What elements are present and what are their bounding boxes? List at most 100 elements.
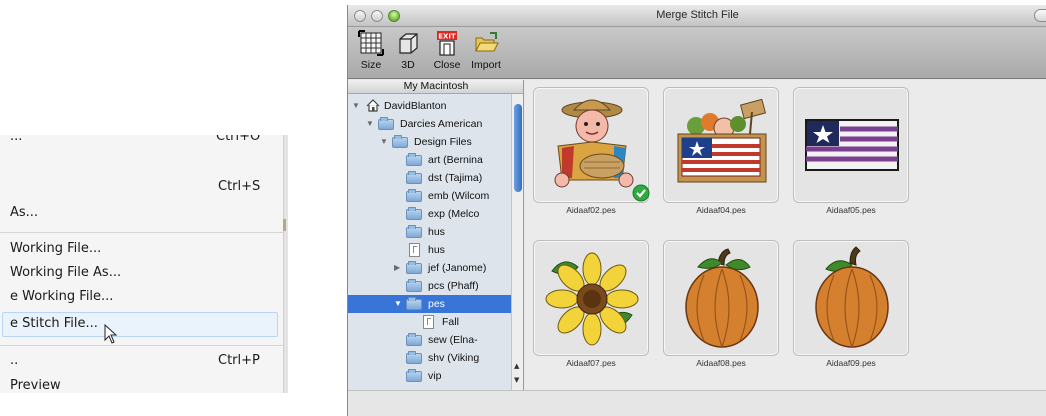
3d-label: 3D: [401, 59, 415, 71]
disclosure-expanded-icon[interactable]: ▼: [380, 133, 388, 151]
tree-item-dst[interactable]: dst (Tajima): [348, 169, 511, 187]
title-bar[interactable]: Merge Stitch File: [348, 5, 1046, 27]
folder-icon: [406, 153, 422, 166]
file-name-aidaaf02: Aidaaf02.pes: [566, 205, 616, 215]
folder-icon: [406, 351, 422, 364]
tree-item-hus-file[interactable]: hus: [348, 241, 511, 259]
menu-separator: [0, 345, 283, 346]
folder-icon: [406, 369, 422, 382]
tree-label: sew (Elna-: [428, 334, 478, 346]
tree-item-pes[interactable]: ▼ pes: [348, 295, 511, 313]
sidebar-scrollbar[interactable]: ▲ ▼: [511, 94, 523, 390]
tree-label: emb (Wilcom: [428, 190, 490, 202]
disclosure-collapsed-icon[interactable]: ▶: [394, 259, 400, 277]
pumpkin-design-icon: [685, 248, 759, 348]
sunflower-design-icon: [545, 252, 639, 346]
tree-item-exp[interactable]: exp (Melco: [348, 205, 511, 223]
folder-icon: [406, 189, 422, 202]
flag-design-icon: [805, 119, 899, 171]
menu-item-print-preview[interactable]: Preview: [10, 378, 61, 393]
tree-item-shv[interactable]: shv (Viking: [348, 349, 511, 367]
tree-item-hus-folder[interactable]: hus: [348, 223, 511, 241]
menu-separator: [0, 232, 283, 233]
tree-item-sew[interactable]: sew (Elna-: [348, 331, 511, 349]
menu-item-save-as[interactable]: As...: [10, 205, 38, 220]
tree-label: exp (Melco: [428, 208, 480, 220]
flag-basket-design-icon: [677, 98, 767, 183]
tree-label: pcs (Phaff): [428, 280, 479, 292]
tree-label: Design Files: [414, 136, 472, 148]
merge-stitch-file-window: Merge Stitch File Size 3D EXIT Close Imp…: [347, 5, 1046, 416]
tree-label: hus: [428, 244, 445, 256]
folder-icon: [406, 171, 422, 184]
home-icon: [366, 99, 380, 112]
import-button[interactable]: Import: [467, 30, 505, 76]
tree-label: shv (Viking: [428, 352, 480, 364]
folder-sidebar: My Macintosh ▼ DavidBlanton ▼ Darcies Am…: [348, 80, 524, 390]
file-name-aidaaf08: Aidaaf08.pes: [696, 358, 746, 368]
tree-label: Fall: [442, 316, 459, 328]
file-tile-aidaaf07[interactable]: [533, 240, 649, 356]
close-button[interactable]: EXIT Close: [428, 30, 466, 76]
tree-label: dst (Tajima): [428, 172, 483, 184]
scrollbar-thumb[interactable]: [514, 104, 522, 192]
disclosure-expanded-icon[interactable]: ▼: [352, 97, 360, 115]
file-tile-aidaaf05[interactable]: [793, 87, 909, 203]
tree-item-design-files[interactable]: ▼ Design Files: [348, 133, 511, 151]
folder-icon: [406, 225, 422, 238]
folder-icon: [406, 279, 422, 292]
menu-item-merge-stitch-file[interactable]: e Stitch File...: [10, 316, 98, 331]
file-tile-aidaaf08[interactable]: [663, 240, 779, 356]
tree-item-jef[interactable]: ▶ jef (Janome): [348, 259, 511, 277]
file-thumbnail-grid: Aidaaf02.pes Aidaaf04.pes Aidaaf05.pes A…: [525, 80, 1046, 390]
sidebar-header: My Macintosh: [348, 80, 523, 94]
import-label: Import: [471, 59, 501, 71]
menu-item-print[interactable]: ..: [10, 353, 18, 368]
menu-item-open[interactable]: ...: [10, 135, 22, 144]
size-label: Size: [360, 59, 382, 71]
scroll-down-arrow-icon[interactable]: ▼: [514, 376, 519, 384]
tree-label: hus: [428, 226, 445, 238]
tree-item-art[interactable]: art (Bernina: [348, 151, 511, 169]
file-tile-aidaaf04[interactable]: [663, 87, 779, 203]
tree-item-vip[interactable]: vip: [348, 367, 511, 385]
menu-item-merge-working-file[interactable]: e Working File...: [10, 289, 113, 304]
tree-item-davidblanton[interactable]: ▼ DavidBlanton: [348, 97, 511, 115]
size-button[interactable]: Size: [352, 30, 390, 76]
disclosure-expanded-icon[interactable]: ▼: [366, 115, 374, 133]
file-name-aidaaf09: Aidaaf09.pes: [826, 358, 876, 368]
menu-item-save-working-file-as[interactable]: Working File As...: [10, 265, 121, 280]
menu-edge-mark: [283, 219, 286, 231]
tree-item-emb[interactable]: emb (Wilcom: [348, 187, 511, 205]
3d-button[interactable]: 3D: [389, 30, 427, 76]
menu-shortcut-save: Ctrl+S: [218, 179, 261, 194]
file-tile-aidaaf09[interactable]: [793, 240, 909, 356]
folder-icon: [406, 261, 422, 274]
folder-icon: [406, 207, 422, 220]
menu-item-open-working-file[interactable]: Working File...: [10, 241, 101, 256]
tree-label: pes: [428, 298, 445, 310]
exit-badge: EXIT: [438, 33, 456, 41]
toolbar-toggle-button[interactable]: [1034, 9, 1046, 22]
toolbar: Size 3D EXIT Close Import: [348, 27, 1046, 79]
close-label: Close: [433, 59, 461, 71]
file-name-aidaaf04: Aidaaf04.pes: [696, 205, 746, 215]
pumpkin-design-icon: [815, 246, 889, 348]
folder-icon: [378, 117, 394, 130]
file-menu-crop: ... Ctrl+O Ctrl+S As... Working File... …: [0, 135, 288, 393]
tree-item-fall[interactable]: Fall: [348, 313, 511, 331]
folder-icon: [406, 333, 422, 346]
file-name-aidaaf05: Aidaaf05.pes: [826, 205, 876, 215]
scroll-up-arrow-icon[interactable]: ▲: [514, 362, 519, 370]
tree-item-darcies-american[interactable]: ▼ Darcies American: [348, 115, 511, 133]
tree-item-pcs[interactable]: pcs (Phaff): [348, 277, 511, 295]
size-grid-icon: [358, 30, 384, 56]
folder-icon: [406, 297, 422, 310]
tree-label: jef (Janome): [428, 262, 487, 274]
menu-shortcut-print: Ctrl+P: [218, 353, 260, 368]
window-title: Merge Stitch File: [656, 9, 739, 21]
document-icon: [409, 243, 420, 257]
tree-label: DavidBlanton: [384, 100, 447, 112]
disclosure-expanded-icon[interactable]: ▼: [394, 295, 402, 313]
file-name-aidaaf07: Aidaaf07.pes: [566, 358, 616, 368]
